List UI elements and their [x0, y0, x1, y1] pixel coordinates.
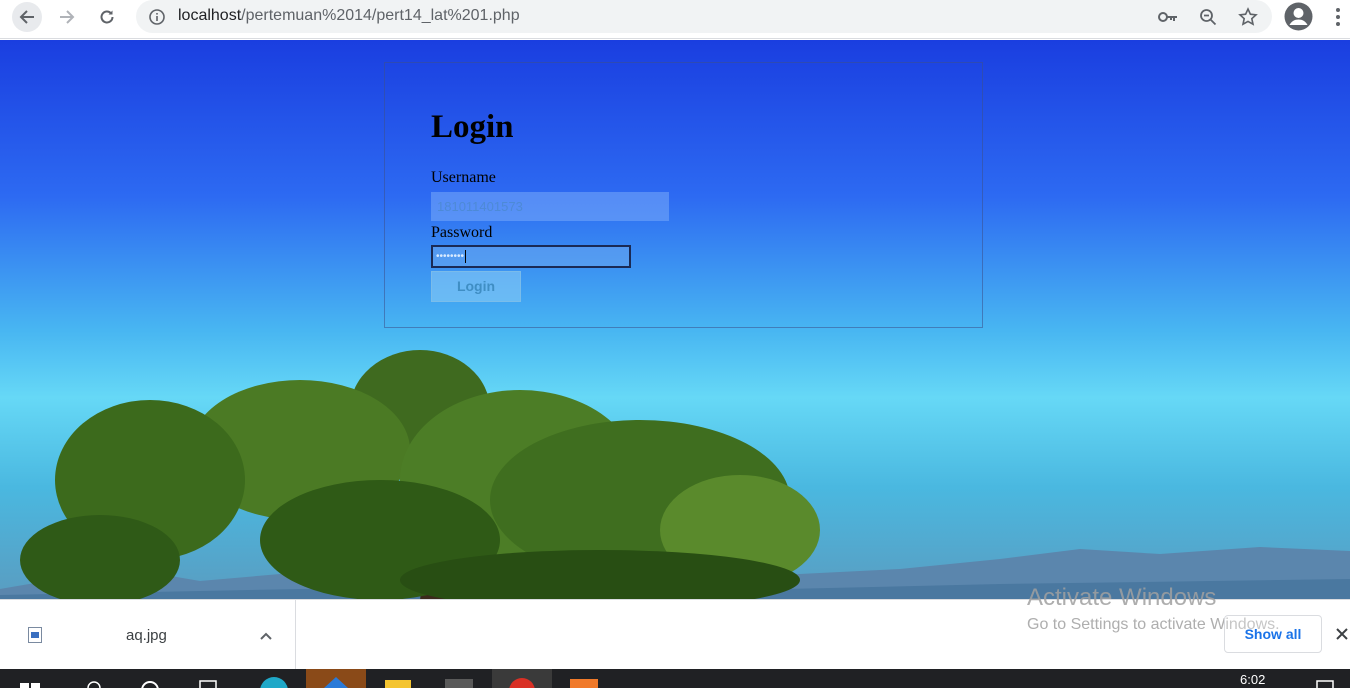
login-form: Login Username 181011401573 Password •••…	[384, 62, 983, 328]
star-icon[interactable]	[1238, 7, 1258, 27]
url-host: localhost	[178, 7, 242, 24]
vscode-icon	[324, 677, 348, 688]
page-background: Login Username 181011401573 Password •••…	[0, 40, 1350, 599]
zoom-icon[interactable]	[1198, 7, 1218, 27]
image-file-icon	[28, 627, 42, 648]
password-label: Password	[431, 224, 493, 241]
reload-icon	[100, 10, 114, 24]
notification-icon[interactable]	[1315, 669, 1335, 688]
close-icon[interactable]	[1335, 627, 1349, 646]
xampp-icon[interactable]	[568, 669, 600, 688]
windows-start-icon[interactable]	[20, 669, 40, 688]
password-input[interactable]: ••••••••	[431, 245, 631, 268]
forward-button[interactable]	[52, 2, 82, 32]
back-button[interactable]	[12, 2, 42, 32]
browser-toolbar: localhost/pertemuan%2014/pert14_lat%201.…	[0, 0, 1350, 39]
username-label: Username	[431, 169, 496, 186]
taskbar-item-active[interactable]	[306, 669, 366, 688]
username-input[interactable]: 181011401573	[431, 192, 669, 221]
cortana-icon[interactable]	[140, 669, 160, 688]
forward-arrow-icon	[60, 10, 75, 24]
search-icon[interactable]	[86, 669, 102, 688]
folder-icon[interactable]	[384, 669, 412, 688]
download-shelf: aq.jpg Activate Windows Go to Settings t…	[0, 584, 1350, 670]
clock-time[interactable]: 6:02	[1240, 672, 1265, 687]
chrome-icon	[509, 678, 535, 688]
edge-browser-icon[interactable]	[258, 669, 290, 688]
text-caret	[465, 249, 467, 263]
login-button[interactable]: Login	[431, 271, 521, 302]
download-item[interactable]: aq.jpg	[0, 600, 296, 670]
password-dots: ••••••••	[436, 251, 465, 262]
download-file-name: aq.jpg	[126, 627, 167, 644]
show-all-button[interactable]: Show all	[1224, 615, 1322, 653]
url-text: localhost/pertemuan%2014/pert14_lat%201.…	[178, 7, 520, 25]
task-view-icon[interactable]	[198, 669, 218, 688]
login-title: Login	[431, 109, 514, 145]
back-arrow-icon	[19, 10, 34, 24]
app-icon[interactable]	[444, 669, 474, 688]
url-path: /pertemuan%2014/pert14_lat%201.php	[241, 7, 520, 24]
watermark-title: Activate Windows	[1027, 584, 1217, 611]
taskbar-item-chrome[interactable]	[492, 669, 552, 688]
address-bar[interactable]: localhost/pertemuan%2014/pert14_lat%201.…	[136, 0, 1272, 33]
profile-icon[interactable]	[1284, 2, 1313, 31]
key-icon[interactable]	[1158, 7, 1178, 27]
tree-image	[20, 350, 820, 599]
reload-button[interactable]	[92, 2, 122, 32]
chevron-up-icon[interactable]	[259, 628, 273, 646]
info-icon[interactable]	[148, 8, 166, 31]
menu-icon[interactable]	[1330, 6, 1346, 28]
windows-taskbar: 6:02	[0, 669, 1350, 688]
